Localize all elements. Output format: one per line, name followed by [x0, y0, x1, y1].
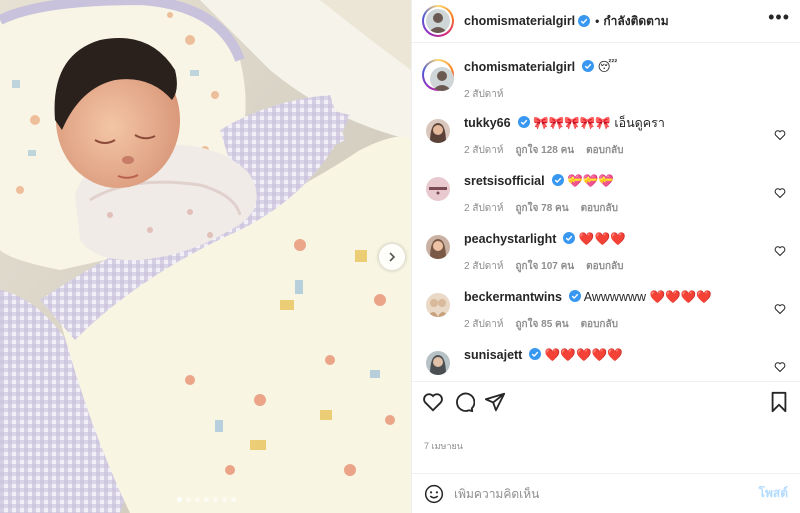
carousel-dot — [195, 497, 200, 502]
comment-time[interactable]: 2 สัปดาห์ — [464, 261, 504, 272]
carousel-dot — [213, 497, 218, 502]
comment-time[interactable]: 2 สัปดาห์ — [464, 319, 504, 330]
owner-avatar[interactable] — [422, 5, 454, 37]
person-icon — [428, 13, 448, 33]
post-dialog: chomismaterialgirl • กำลังติดตาม ••• cho… — [0, 0, 800, 513]
comment-username[interactable]: sretsisofficial — [464, 174, 545, 188]
verified-badge-icon — [578, 15, 591, 27]
comment-likes[interactable]: ถูกใจ 78 คน — [516, 203, 569, 214]
commenter-avatar[interactable] — [422, 231, 454, 263]
comment-icon[interactable] — [453, 391, 475, 413]
add-comment-bar: โพสต์ — [412, 473, 800, 513]
caption: chomismaterialgirl 😴 2 สัปดาห์ — [422, 43, 786, 115]
woman-avatar-icon — [430, 123, 446, 143]
caption-username[interactable]: chomismaterialgirl — [464, 60, 575, 74]
comment-text: 🎀🎀🎀🎀🎀 เอ็นดูครา — [533, 116, 665, 130]
owner-username[interactable]: chomismaterialgirl — [464, 14, 575, 28]
comment-text: ❤️❤️❤️❤️❤️ — [544, 348, 623, 362]
comment-likes[interactable]: ถูกใจ 107 คน — [516, 261, 575, 272]
commenter-avatar[interactable] — [422, 289, 454, 321]
reply-button[interactable]: ตอบกลับ — [581, 319, 618, 330]
following-button[interactable]: กำลังติดตาม — [603, 12, 668, 31]
like-comment-heart-icon[interactable] — [774, 187, 786, 199]
action-bar — [412, 381, 800, 421]
carousel-dot — [204, 497, 209, 502]
carousel-dot — [186, 497, 191, 502]
comment-text: 💝💝💝 — [567, 174, 614, 188]
comments-list: chomismaterialgirl 😴 2 สัปดาห์ tukky66 🎀… — [412, 43, 800, 381]
post-side-panel: chomismaterialgirl • กำลังติดตาม ••• cho… — [411, 0, 800, 513]
baby-photo — [0, 0, 411, 513]
comment-likes[interactable]: ถูกใจ 85 คน — [516, 319, 569, 330]
commenter-avatar[interactable] — [422, 115, 454, 147]
carousel-dot — [222, 497, 227, 502]
carousel-dot — [231, 497, 236, 502]
post-date[interactable]: 7 เมษายน — [412, 441, 800, 473]
verified-badge-icon — [529, 348, 542, 360]
commenter-avatar[interactable] — [422, 173, 454, 205]
comment-time[interactable]: 2 สัปดาห์ — [464, 145, 504, 156]
comment-item: tukky66 🎀🎀🎀🎀🎀 เอ็นดูครา 2 สัปดาห์ ถูกใจ 1… — [422, 115, 786, 173]
verified-badge-icon — [568, 290, 581, 302]
brand-logo-icon — [429, 187, 447, 195]
next-photo-button[interactable] — [379, 244, 405, 270]
verified-badge-icon — [517, 116, 530, 128]
verified-badge-icon — [563, 232, 576, 244]
like-comment-heart-icon[interactable] — [774, 303, 786, 315]
comment-time[interactable]: 2 สัปดาห์ — [464, 203, 504, 214]
share-send-icon[interactable] — [484, 391, 506, 413]
commenter-avatar[interactable] — [422, 347, 454, 379]
reply-button[interactable]: ตอบกลับ — [586, 145, 623, 156]
twins-avatar-icon — [427, 299, 449, 317]
more-options-button[interactable]: ••• — [768, 8, 790, 30]
reply-button[interactable]: ตอบกลับ — [581, 203, 618, 214]
carousel-dot — [177, 497, 182, 502]
caption-time[interactable]: 2 สัปดาห์ — [464, 89, 504, 100]
like-heart-icon[interactable] — [422, 391, 444, 413]
like-comment-heart-icon[interactable] — [774, 129, 786, 141]
post-header: chomismaterialgirl • กำลังติดตาม ••• — [412, 0, 800, 43]
comment-text: Awwwwww ❤️❤️❤️❤️ — [583, 290, 712, 304]
comment-username[interactable]: tukky66 — [464, 116, 511, 130]
comment-text: ❤️❤️❤️ — [578, 232, 626, 246]
verified-badge-icon — [582, 60, 595, 72]
like-comment-heart-icon[interactable] — [774, 245, 786, 257]
reply-button[interactable]: ตอบกลับ — [586, 261, 623, 272]
comment-username[interactable]: beckermantwins — [464, 290, 562, 304]
comment-item: beckermantwins Awwwwww ❤️❤️❤️❤️ 2 สัปดาห… — [422, 289, 786, 347]
carousel-indicator — [0, 497, 411, 502]
person-icon — [432, 71, 452, 91]
post-photo[interactable] — [0, 0, 411, 513]
caption-text: 😴 — [597, 60, 618, 74]
header-separator: • — [595, 14, 600, 28]
comment-likes[interactable]: ถูกใจ 128 คน — [516, 145, 575, 156]
like-comment-heart-icon[interactable] — [774, 361, 786, 373]
comment-username[interactable]: peachystarlight — [464, 232, 556, 246]
emoji-icon[interactable] — [424, 484, 444, 504]
comment-item: peachystarlight ❤️❤️❤️ 2 สัปดาห์ ถูกใจ 10… — [422, 231, 786, 289]
comment-item: sunisajett ❤️❤️❤️❤️❤️ — [422, 347, 786, 381]
likes-area — [412, 421, 800, 441]
comment-username[interactable]: sunisajett — [464, 348, 522, 362]
comment-input[interactable] — [454, 486, 759, 501]
post-comment-button[interactable]: โพสต์ — [759, 484, 788, 503]
comment-item: sretsisofficial 💝💝💝 2 สัปดาห์ ถูกใจ 78 คน… — [422, 173, 786, 231]
woman-avatar-icon — [430, 239, 446, 259]
caption-avatar[interactable] — [422, 59, 454, 91]
chevron-right-icon — [389, 252, 396, 262]
woman-avatar-icon — [430, 355, 446, 375]
bookmark-save-icon[interactable] — [768, 391, 790, 413]
verified-badge-icon — [551, 174, 564, 186]
